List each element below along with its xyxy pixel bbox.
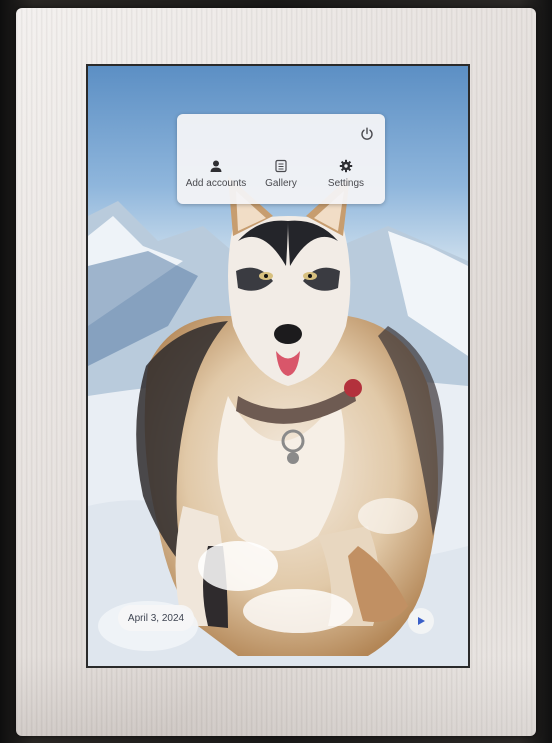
power-icon	[361, 127, 373, 140]
gallery-button[interactable]: Gallery	[261, 158, 301, 198]
settings-label: Settings	[327, 178, 365, 189]
person-icon	[210, 160, 222, 172]
gallery-icon	[275, 159, 287, 173]
play-button[interactable]	[408, 608, 434, 634]
settings-button[interactable]: Settings	[323, 158, 369, 198]
play-icon	[418, 617, 425, 625]
date-chip: April 3, 2024	[118, 605, 194, 631]
gallery-label: Gallery	[265, 178, 297, 189]
power-button[interactable]	[357, 124, 377, 144]
add-accounts-label: Add accounts	[185, 178, 247, 189]
add-accounts-button[interactable]: Add accounts	[185, 158, 247, 198]
quick-menu-panel: Add accounts Gallery Settings	[177, 114, 385, 204]
gear-icon	[339, 159, 353, 173]
frame-shade	[16, 656, 536, 736]
date-text: April 3, 2024	[127, 612, 185, 624]
